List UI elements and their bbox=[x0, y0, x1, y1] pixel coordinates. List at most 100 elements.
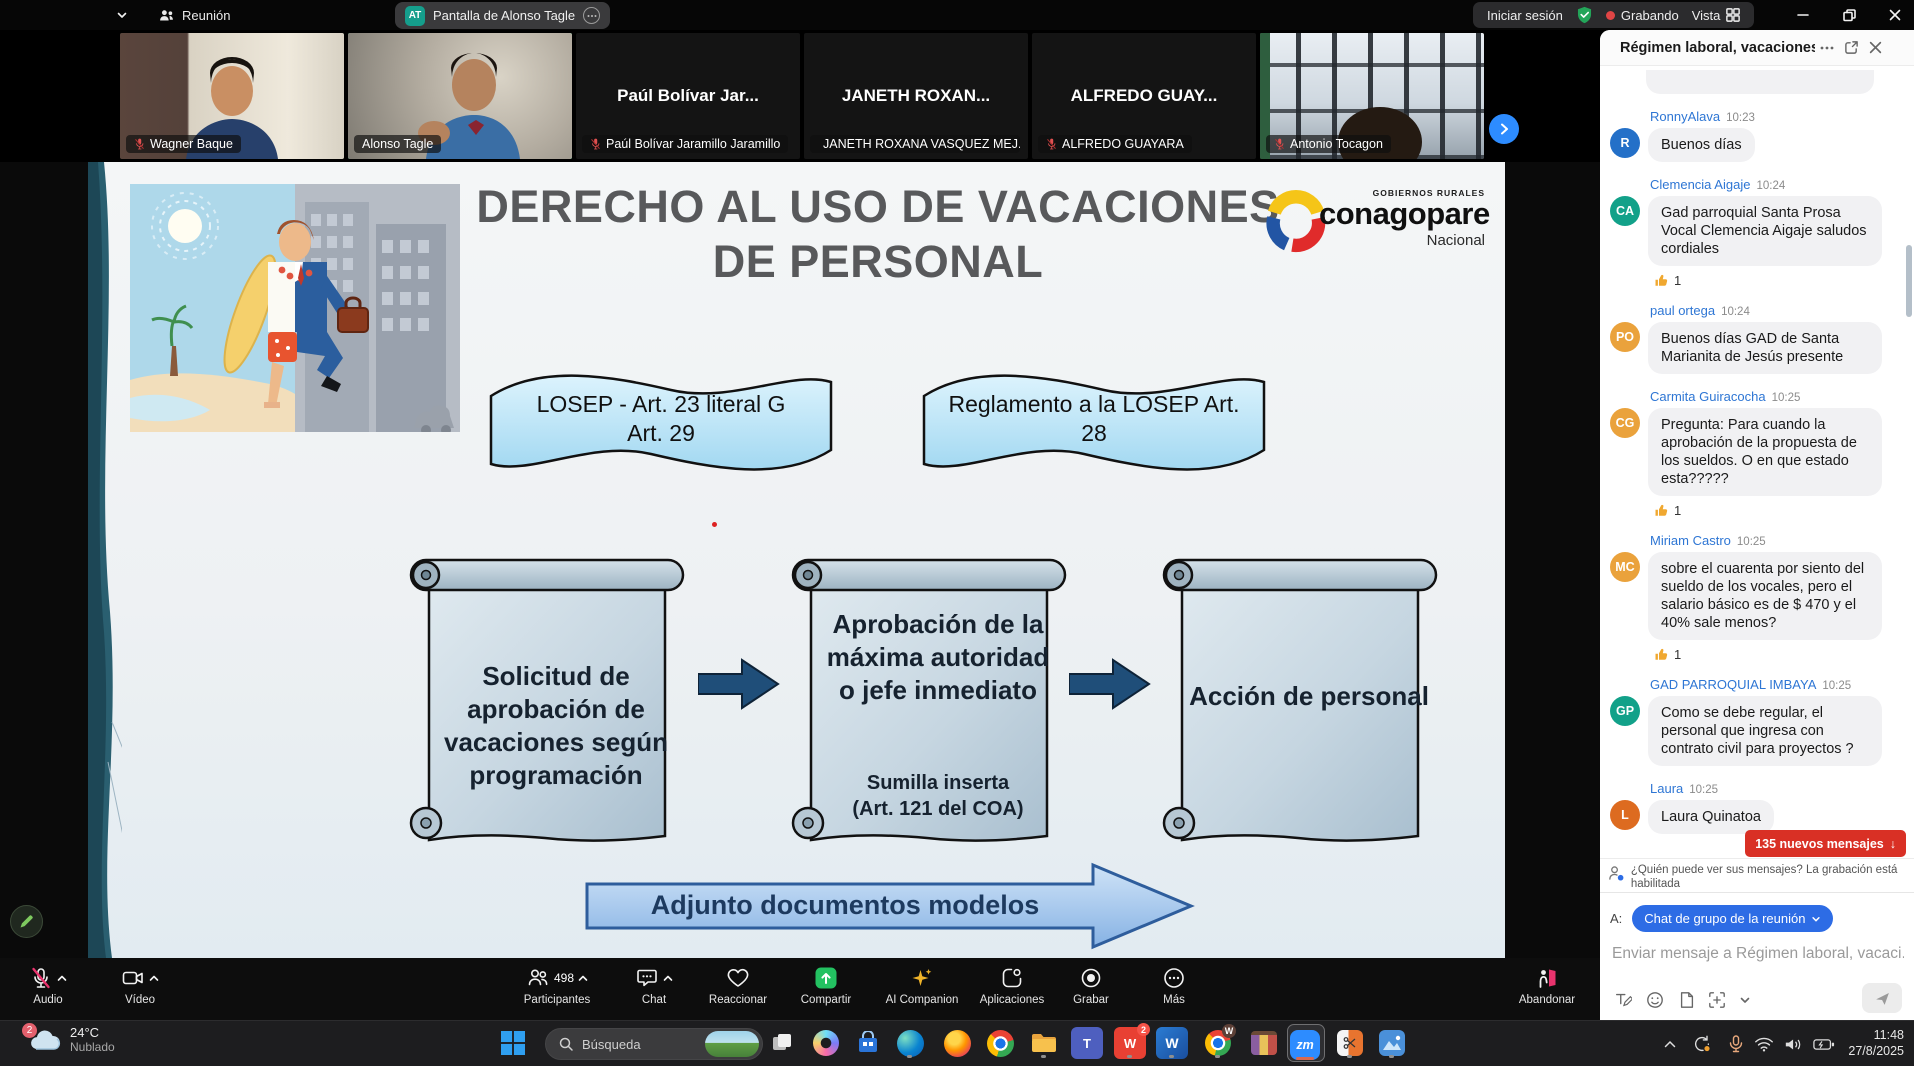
new-messages-button[interactable]: 135 nuevos mensajes ↓ bbox=[1745, 830, 1906, 857]
send-button[interactable] bbox=[1862, 983, 1902, 1013]
new-messages-label: 135 nuevos mensajes bbox=[1755, 837, 1884, 851]
audio-button[interactable]: Audio bbox=[0, 965, 96, 1006]
zoom-app-icon[interactable]: zm bbox=[1290, 1030, 1320, 1060]
video-tile-wagner[interactable]: Wagner Baque bbox=[120, 33, 344, 159]
teams-icon[interactable]: T bbox=[1071, 1027, 1103, 1059]
view-button[interactable]: Vista bbox=[1692, 8, 1741, 23]
photos-icon[interactable] bbox=[1376, 1027, 1408, 1059]
chat-message-list[interactable]: RonnyAlava10:23 R Buenos días Clemencia … bbox=[1600, 66, 1914, 858]
copilot-icon[interactable] bbox=[810, 1027, 842, 1059]
recipient-selector[interactable]: Chat de grupo de la reunión bbox=[1632, 905, 1833, 932]
sender-name[interactable]: RonnyAlava bbox=[1650, 109, 1720, 124]
sign-in-button[interactable]: Iniciar sesión bbox=[1487, 8, 1563, 23]
chat-scrollbar[interactable] bbox=[1906, 245, 1912, 317]
avatar[interactable]: CA bbox=[1610, 196, 1640, 226]
thumbsup-reaction[interactable]: 1 bbox=[1654, 273, 1900, 288]
tray-date: 27/8/2025 bbox=[1848, 1043, 1904, 1059]
message-input[interactable]: Enviar mensaje a Régimen laboral, vacaci… bbox=[1612, 945, 1904, 963]
message-time: 10:25 bbox=[1689, 784, 1718, 796]
avatar[interactable]: R bbox=[1610, 128, 1640, 158]
screenshot-button[interactable] bbox=[1706, 989, 1728, 1011]
avatar[interactable]: CG bbox=[1610, 408, 1640, 438]
workspace-chevron[interactable] bbox=[116, 0, 128, 30]
edge-icon[interactable] bbox=[894, 1027, 926, 1059]
tray-mic-icon[interactable] bbox=[1724, 1033, 1748, 1055]
chrome-profile-icon[interactable]: W bbox=[1202, 1027, 1234, 1059]
chevron-up-icon[interactable] bbox=[149, 974, 159, 982]
folder-icon bbox=[1031, 1032, 1057, 1054]
avatar[interactable]: L bbox=[1610, 800, 1640, 830]
pencil-icon bbox=[18, 913, 35, 930]
annotation-pencil-button[interactable] bbox=[10, 905, 43, 938]
name-label: JANETH ROXANA VASQUEZ MEJ... bbox=[810, 135, 1020, 153]
thumbsup-reaction[interactable]: 1 bbox=[1654, 503, 1900, 518]
participant-name: ALFREDO GUAYARA bbox=[1062, 137, 1184, 151]
sender-name[interactable]: Carmita Guiracocha bbox=[1650, 389, 1766, 404]
leave-button[interactable]: Abandonar bbox=[1499, 965, 1595, 1006]
react-button[interactable]: Reaccionar bbox=[690, 965, 786, 1006]
sender-name[interactable]: paul ortega bbox=[1650, 303, 1715, 318]
chrome-icon[interactable] bbox=[984, 1027, 1016, 1059]
sender-name[interactable]: GAD PARROQUIAL IMBAYA bbox=[1650, 677, 1816, 692]
firefox-icon[interactable] bbox=[941, 1027, 973, 1059]
video-tile-alfredo[interactable]: ALFREDO GUAY... ALFREDO GUAYARA bbox=[1032, 33, 1256, 159]
word-icon[interactable]: W bbox=[1156, 1027, 1188, 1059]
record-button[interactable]: Grabar bbox=[1043, 965, 1139, 1006]
video-button[interactable]: Vídeo bbox=[92, 965, 188, 1006]
screen-share-tab[interactable]: AT Pantalla de Alonso Tagle bbox=[395, 2, 610, 29]
chevron-up-icon[interactable] bbox=[578, 974, 588, 982]
tray-expand-button[interactable] bbox=[1658, 1033, 1682, 1055]
video-tile-antonio[interactable]: Antonio Tocagon bbox=[1260, 33, 1484, 159]
sender-name[interactable]: Laura bbox=[1650, 781, 1683, 796]
search-highlight-thumbnail[interactable] bbox=[705, 1031, 759, 1057]
minimize-button[interactable] bbox=[1786, 0, 1820, 30]
participants-count: 498 bbox=[554, 971, 574, 985]
chevron-up-icon[interactable] bbox=[57, 974, 67, 982]
video-tile-alonso-active-speaker[interactable]: Alonso Tagle bbox=[348, 33, 572, 159]
chevron-up-icon[interactable] bbox=[663, 974, 673, 982]
file-explorer-icon[interactable] bbox=[1028, 1027, 1060, 1059]
wifi-icon[interactable] bbox=[1752, 1033, 1776, 1055]
sync-status-icon[interactable] bbox=[1690, 1033, 1714, 1055]
meeting-tab[interactable]: Reunión bbox=[158, 0, 230, 30]
share-button[interactable]: Compartir bbox=[778, 965, 874, 1006]
start-button[interactable] bbox=[497, 1027, 529, 1059]
wps-office-icon[interactable]: W 2 bbox=[1114, 1027, 1146, 1059]
emoji-button[interactable] bbox=[1644, 989, 1666, 1011]
participants-button[interactable]: 498 Participantes bbox=[500, 965, 614, 1006]
message-time: 10:23 bbox=[1726, 112, 1755, 124]
sender-name[interactable]: Clemencia Aigaje bbox=[1650, 177, 1750, 192]
taskbar-clock[interactable]: 11:48 27/8/2025 bbox=[1848, 1027, 1904, 1059]
record-icon bbox=[1079, 966, 1103, 990]
video-tile-paul[interactable]: Paúl Bolívar Jar... Paúl Bolívar Jaramil… bbox=[576, 33, 800, 159]
chat-more-button[interactable] bbox=[1815, 36, 1839, 60]
chat-popout-button[interactable] bbox=[1839, 36, 1863, 60]
ai-companion-button[interactable]: AI Companion bbox=[872, 965, 972, 1006]
video-tile-janeth[interactable]: JANETH ROXAN... JANETH ROXANA VASQUEZ ME… bbox=[804, 33, 1028, 159]
restore-button[interactable] bbox=[1832, 0, 1866, 30]
chat-message: RonnyAlava10:23 R Buenos días bbox=[1610, 109, 1900, 162]
volume-icon[interactable] bbox=[1782, 1033, 1806, 1055]
sender-name[interactable]: Miriam Castro bbox=[1650, 533, 1731, 548]
chat-close-button[interactable] bbox=[1863, 36, 1887, 60]
close-button[interactable] bbox=[1878, 0, 1912, 30]
microsoft-store-icon[interactable] bbox=[852, 1027, 884, 1059]
attach-file-button[interactable] bbox=[1676, 989, 1698, 1011]
compose-more-button[interactable] bbox=[1734, 989, 1756, 1011]
tab-more-icon[interactable] bbox=[583, 7, 600, 24]
format-text-button[interactable] bbox=[1612, 989, 1634, 1011]
more-button[interactable]: Más bbox=[1126, 965, 1222, 1006]
next-participants-button[interactable] bbox=[1489, 114, 1519, 144]
thumbsup-reaction[interactable]: 1 bbox=[1654, 647, 1900, 662]
title-bar: Zoom Workplace Reunión AT Pantalla de Al… bbox=[0, 0, 1914, 30]
avatar[interactable]: MC bbox=[1610, 552, 1640, 582]
battery-icon[interactable] bbox=[1812, 1033, 1836, 1055]
winrar-icon[interactable] bbox=[1248, 1027, 1280, 1059]
task-view-button[interactable] bbox=[766, 1027, 798, 1059]
search-input[interactable]: Búsqueda bbox=[545, 1028, 763, 1060]
avatar[interactable]: PO bbox=[1610, 322, 1640, 352]
chat-button[interactable]: Chat bbox=[606, 965, 702, 1006]
avatar[interactable]: GP bbox=[1610, 696, 1640, 726]
snipping-tool-icon[interactable] bbox=[1334, 1027, 1366, 1059]
weather-widget[interactable]: 2 24°C Nublado bbox=[28, 1025, 115, 1054]
